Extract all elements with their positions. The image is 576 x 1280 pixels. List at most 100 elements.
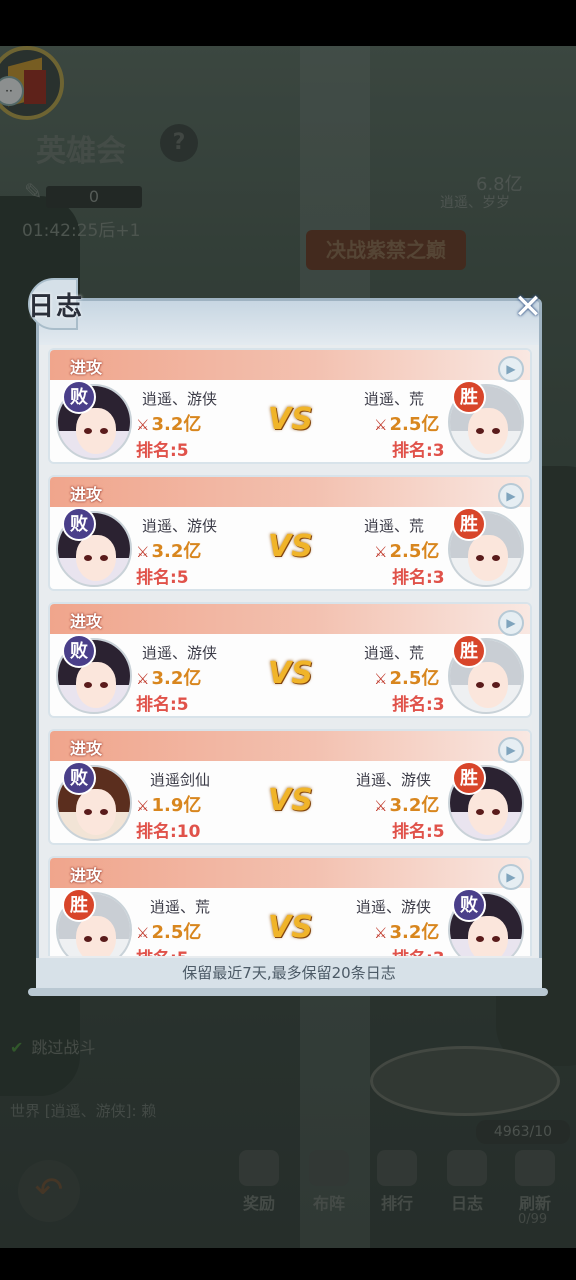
crossed-swords-icon: ⚔ <box>136 924 150 942</box>
avatar-face <box>468 916 508 956</box>
avatar-eye <box>100 936 108 942</box>
replay-button[interactable]: ▶ <box>498 356 524 382</box>
defender-power: ⚔ 2.5亿 <box>374 537 439 563</box>
crossed-swords-icon: ⚔ <box>374 670 388 688</box>
status-bar <box>0 0 576 46</box>
result-badge-lose: 败 <box>62 507 96 541</box>
defender-rank: 排名:3 <box>392 944 445 956</box>
avatar-eye <box>100 555 108 561</box>
vs-icon: VS <box>268 656 313 691</box>
avatar-eye <box>476 809 484 815</box>
avatar-eye <box>492 936 500 942</box>
dialog-header <box>39 301 539 345</box>
log-entry[interactable]: 进攻 ▶ 败 逍遥、游侠 ⚔ 3.2亿 排名:5 VS 逍遥、荒 ⚔ 2.5亿 排名… <box>48 475 532 591</box>
crossed-swords-icon: ⚔ <box>136 670 150 688</box>
log-entry[interactable]: 进攻 ▶ 败 逍遥、游侠 ⚔ 3.2亿 排名:5 VS 逍遥、荒 ⚔ 2.5亿 排名… <box>48 602 532 718</box>
replay-button[interactable]: ▶ <box>498 610 524 636</box>
avatar-eye <box>476 555 484 561</box>
avatar-eye <box>84 428 92 434</box>
avatar-eye <box>492 555 500 561</box>
avatar-eye <box>492 428 500 434</box>
vs-icon: VS <box>268 783 313 818</box>
defender-name: 逍遥、荒 <box>364 390 425 408</box>
result-badge-win: 胜 <box>452 634 486 668</box>
attacker-rank: 排名:5 <box>136 441 189 461</box>
defender-power: ⚔ 2.5亿 <box>374 664 439 690</box>
log-entry-type: 进攻 <box>70 358 103 377</box>
attacker-rank: 排名:5 <box>136 944 189 956</box>
result-badge-lose: 败 <box>62 380 96 414</box>
result-badge-lose: 败 <box>452 888 486 922</box>
defender-name: 逍遥、游侠 <box>356 898 432 916</box>
defender-name: 逍遥、游侠 <box>356 771 432 789</box>
avatar-eye <box>100 682 108 688</box>
defender-power-value: 3.2亿 <box>389 795 440 816</box>
log-entry-header <box>50 477 530 507</box>
result-badge-win: 胜 <box>62 888 96 922</box>
result-badge-win: 胜 <box>452 507 486 541</box>
attacker-power-value: 1.9亿 <box>151 795 202 816</box>
result-badge-lose: 败 <box>62 634 96 668</box>
attacker-rank: 排名:10 <box>136 822 201 842</box>
replay-button[interactable]: ▶ <box>498 737 524 763</box>
avatar-eye <box>84 936 92 942</box>
defender-power-value: 2.5亿 <box>389 414 440 435</box>
defender-name: 逍遥、荒 <box>364 517 425 535</box>
defender-power-value: 2.5亿 <box>389 541 440 562</box>
log-entry[interactable]: 进攻 ▶ 败 逍遥、游侠 ⚔ 3.2亿 排名:5 VS 逍遥、荒 ⚔ 2.5亿 排名… <box>48 348 532 464</box>
attacker-name: 逍遥、游侠 <box>142 644 218 662</box>
crossed-swords-icon: ⚔ <box>374 416 388 434</box>
avatar-eye <box>84 555 92 561</box>
attacker-power: ⚔ 1.9亿 <box>136 791 201 817</box>
play-icon: ▶ <box>506 743 516 757</box>
avatar-eye <box>84 682 92 688</box>
avatar-eye <box>100 809 108 815</box>
attacker-power: ⚔ 3.2亿 <box>136 410 201 436</box>
avatar-face <box>76 916 116 956</box>
log-entry-header <box>50 858 530 888</box>
avatar-eye <box>84 809 92 815</box>
avatar-face <box>76 662 116 708</box>
scroll-rod <box>28 988 548 996</box>
result-badge-lose: 败 <box>62 761 96 795</box>
replay-button[interactable]: ▶ <box>498 483 524 509</box>
defender-rank: 排名:3 <box>392 695 445 715</box>
avatar-face <box>76 535 116 581</box>
result-badge-win: 胜 <box>452 761 486 795</box>
log-entry[interactable]: 进攻 ▶ 胜 逍遥、荒 ⚔2.5亿 排名:5 VS 逍遥、游侠 ⚔3.2亿 排名… <box>48 856 532 956</box>
crossed-swords-icon: ⚔ <box>374 924 388 942</box>
defender-name: 逍遥、荒 <box>364 644 425 662</box>
vs-icon: VS <box>268 529 313 564</box>
attacker-power-value: 2.5亿 <box>151 922 202 943</box>
attacker-power: ⚔ 3.2亿 <box>136 537 201 563</box>
attacker-power: ⚔ 3.2亿 <box>136 664 201 690</box>
replay-button[interactable]: ▶ <box>498 864 524 890</box>
attacker-rank: 排名:5 <box>136 568 189 588</box>
avatar-eye <box>100 428 108 434</box>
avatar-eye <box>476 682 484 688</box>
attacker-name: 逍遥剑仙 <box>150 771 211 789</box>
attacker-name: 逍遥、荒 <box>150 898 211 916</box>
log-list[interactable]: 进攻 ▶ 败 逍遥、游侠 ⚔ 3.2亿 排名:5 VS 逍遥、荒 ⚔ 2.5亿 排名… <box>44 344 536 956</box>
attacker-power-value: 3.2亿 <box>151 668 202 689</box>
close-icon: ✕ <box>513 287 543 327</box>
close-button[interactable]: ✕ <box>508 288 548 328</box>
avatar-face <box>76 789 116 835</box>
play-icon: ▶ <box>506 616 516 630</box>
defender-rank: 排名:3 <box>392 568 445 588</box>
log-entry-type: 进攻 <box>70 739 103 758</box>
log-entry-type: 进攻 <box>70 485 103 504</box>
log-entry-header <box>50 604 530 634</box>
avatar-face <box>468 408 508 454</box>
defender-power: ⚔ 3.2亿 <box>374 918 439 944</box>
avatar-face <box>76 408 116 454</box>
defender-power: ⚔ 3.2亿 <box>374 791 439 817</box>
vs-icon: VS <box>268 402 313 437</box>
log-entry-header <box>50 731 530 761</box>
attacker-power-value: 3.2亿 <box>151 541 202 562</box>
log-entry[interactable]: 进攻 ▶ 败 逍遥剑仙 ⚔ 1.9亿 排名:10 VS 逍遥、游侠 ⚔ 3.2亿 排… <box>48 729 532 845</box>
avatar-face <box>468 662 508 708</box>
attacker-power: ⚔ 2.5亿 <box>136 918 201 944</box>
crossed-swords-icon: ⚔ <box>374 797 388 815</box>
vs-icon: VS <box>268 910 313 945</box>
